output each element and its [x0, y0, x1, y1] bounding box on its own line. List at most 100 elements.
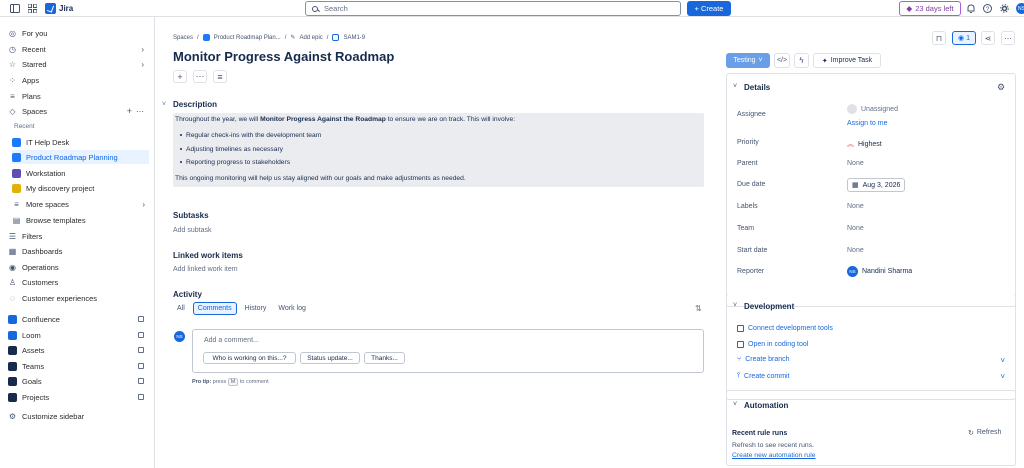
more-actions-icon[interactable]: ⋯	[193, 70, 207, 83]
more-icon[interactable]: ⋯	[136, 107, 144, 116]
sidebar-item-filters[interactable]: ☰ Filters	[8, 229, 148, 243]
create-commit-link[interactable]: ⫯ Create commit	[737, 372, 790, 380]
chevron-down-icon[interactable]: ˅	[1000, 356, 1005, 365]
help-icon[interactable]: ?	[982, 3, 993, 14]
notifications-icon[interactable]	[965, 3, 976, 14]
space-it-help-desk[interactable]: IT Help Desk	[12, 135, 149, 149]
improve-task-button[interactable]: ✦ Improve Task	[813, 53, 881, 68]
search-input[interactable]: Search	[305, 1, 681, 16]
sidebar-app-loom[interactable]: Loom	[8, 328, 148, 342]
code-editor-icon	[737, 341, 744, 348]
assignee-field[interactable]: Unassigned	[847, 104, 898, 114]
sidebar-app-confluence[interactable]: Confluence	[8, 312, 148, 326]
lock-icon[interactable]: ⊓	[932, 31, 946, 45]
space-product-roadmap-planning[interactable]: Product Roadmap Planning	[12, 150, 149, 164]
external-link-icon	[138, 394, 144, 400]
breadcrumb-space[interactable]: Product Roadmap Plan...	[214, 35, 281, 41]
collapse-chevron-icon[interactable]: ˅	[733, 302, 737, 309]
sidebar-item-for-you[interactable]: ◎ For you	[8, 26, 148, 40]
more-actions-icon[interactable]: ⋯	[1001, 31, 1015, 45]
search-placeholder: Search	[324, 4, 348, 13]
issue-title[interactable]: Monitor Progress Against Roadmap	[173, 49, 394, 64]
keyboard-key: M	[227, 378, 239, 386]
settings-gear-icon[interactable]: ⚙	[997, 82, 1005, 93]
sidebar-app-teams[interactable]: Teams	[8, 359, 148, 373]
assign-to-me-link[interactable]: Assign to me	[847, 120, 887, 127]
sidebar-more-spaces[interactable]: ≡ More spaces ›	[12, 197, 149, 211]
sidebar-item-customer-experiences[interactable]: ◌ Customer experiences	[8, 291, 148, 305]
create-branch-link[interactable]: ⑂ Create branch	[737, 356, 790, 363]
sidebar-item-plans[interactable]: ≡ Plans	[8, 89, 148, 103]
sidebar-customize[interactable]: ⚙ Customize sidebar	[8, 409, 148, 423]
share-icon[interactable]: ⋖	[981, 31, 995, 45]
task-type-icon	[332, 34, 340, 41]
tab-history[interactable]: History	[241, 302, 271, 315]
sidebar-item-customers[interactable]: ♙ Customers	[8, 275, 148, 289]
description-content[interactable]: Throughout the year, we will Monitor Pro…	[173, 113, 704, 187]
space-avatar-icon	[12, 168, 21, 178]
watch-button[interactable]: ◉ 1	[952, 31, 976, 45]
settings-gear-icon[interactable]	[999, 3, 1010, 14]
parent-field[interactable]: None	[847, 160, 864, 167]
description-intro: Throughout the year, we will Monitor Pro…	[175, 116, 516, 123]
quick-reply-chip[interactable]: Who is working on this...?	[203, 352, 296, 364]
eye-icon: ◉	[957, 35, 965, 42]
description-closing: This ongoing monitoring will help us sta…	[175, 174, 466, 182]
tab-all[interactable]: All	[173, 302, 189, 315]
collapse-chevron-icon[interactable]: ˅	[733, 401, 737, 408]
breadcrumb-spaces[interactable]: Spaces	[173, 35, 193, 41]
breadcrumb-issue-key[interactable]: SAM1-9	[343, 35, 365, 41]
quick-reply-chip[interactable]: Status update...	[300, 352, 360, 364]
top-navigation: Jira Search + Create ◆ 23 days left ? NS	[0, 0, 1024, 17]
refresh-hint: Refresh to see recent runs.	[732, 442, 814, 449]
external-link-icon	[138, 316, 144, 322]
create-automation-rule-link[interactable]: Create new automation rule	[732, 452, 816, 459]
subtask-icon[interactable]: ≡	[213, 70, 227, 83]
sidebar-browse-templates[interactable]: ▤ Browse templates	[12, 213, 149, 227]
sidebar-item-operations[interactable]: ◉ Operations	[8, 260, 148, 274]
reporter-field[interactable]: NS Nandini Sharma	[847, 266, 912, 277]
comment-input[interactable]: Add a comment...	[192, 329, 704, 373]
due-date-field[interactable]: ▦ Aug 3, 2026	[847, 178, 906, 192]
refresh-button[interactable]: ↻ Refresh	[968, 429, 1001, 437]
user-avatar[interactable]: NS	[1016, 3, 1024, 14]
add-linked-item-link[interactable]: Add linked work item	[173, 266, 238, 273]
trial-badge[interactable]: ◆ 23 days left	[899, 1, 961, 16]
chevron-down-icon[interactable]: ˅	[1000, 372, 1005, 381]
breadcrumb-add-epic[interactable]: Add epic	[299, 35, 322, 41]
lightning-icon[interactable]: ϟ	[794, 53, 809, 68]
collapse-chevron-icon[interactable]: ˅	[162, 101, 166, 108]
status-dropdown[interactable]: Testing ˅	[726, 53, 770, 68]
labels-field[interactable]: None	[847, 203, 864, 210]
sidebar-app-assets[interactable]: Assets	[8, 343, 148, 357]
open-coding-tool-link[interactable]: Open in coding tool	[737, 341, 808, 348]
start-date-field[interactable]: None	[847, 247, 864, 254]
sidebar-item-apps[interactable]: ⁘ Apps	[8, 73, 148, 87]
sidebar-item-spaces[interactable]: ◇ Spaces + ⋯	[8, 104, 148, 118]
sidebar-app-projects[interactable]: Projects	[8, 390, 148, 404]
quick-reply-chip[interactable]: Thanks...	[364, 352, 405, 364]
code-icon[interactable]: </>	[774, 53, 790, 68]
sidebar-item-dashboards[interactable]: ▦ Dashboards	[8, 244, 148, 258]
sidebar-toggle-icon[interactable]	[9, 3, 20, 14]
app-switcher-icon[interactable]	[27, 3, 38, 14]
add-icon[interactable]: +	[127, 106, 132, 116]
sort-icon[interactable]: ⇅	[695, 304, 702, 313]
connect-dev-tools-link[interactable]: Connect development tools	[737, 325, 833, 332]
space-workstation[interactable]: Workstation	[12, 166, 149, 180]
priority-field[interactable]: ︽ Highest	[847, 139, 882, 149]
chevron-right-icon: ›	[141, 44, 144, 54]
add-subtask-link[interactable]: Add subtask	[173, 227, 212, 234]
spaces-icon: ◇	[9, 106, 16, 116]
jira-logo-icon[interactable]	[45, 3, 56, 14]
tab-comments[interactable]: Comments	[192, 302, 237, 315]
sidebar-app-goals[interactable]: Goals	[8, 374, 148, 388]
add-button[interactable]: +	[173, 70, 187, 83]
space-my-discovery-project[interactable]: My discovery project	[12, 181, 149, 195]
tab-work-log[interactable]: Work log	[274, 302, 310, 315]
collapse-chevron-icon[interactable]: ˅	[733, 83, 737, 90]
team-field[interactable]: None	[847, 225, 864, 232]
sidebar-item-starred[interactable]: ☆ Starred ›	[8, 57, 148, 71]
create-button[interactable]: + Create	[687, 1, 731, 16]
sidebar-item-recent[interactable]: ◷ Recent ›	[8, 42, 148, 56]
